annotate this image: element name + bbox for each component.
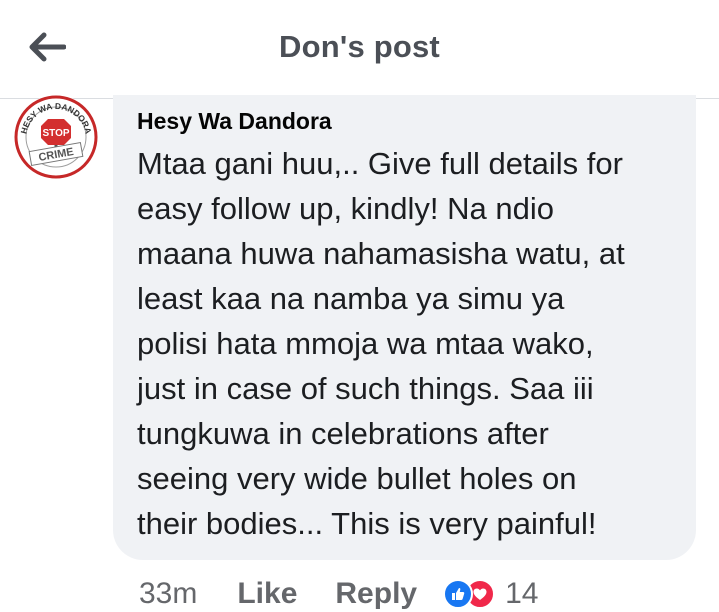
like-button[interactable]: Like <box>237 577 297 611</box>
avatar[interactable]: HESY WA DANDORA STOP CRIME <box>14 95 98 179</box>
comment-line: tungkuwa in celebrations after <box>137 416 549 451</box>
comment-line: Mtaa gani huu,.. Give full details for <box>137 146 623 181</box>
stop-crime-logo: HESY WA DANDORA STOP CRIME <box>14 95 98 179</box>
reply-button[interactable]: Reply <box>335 577 417 611</box>
comment-timestamp[interactable]: 33m <box>139 577 197 611</box>
reaction-count[interactable]: 14 <box>505 577 538 611</box>
top-bar: Don's post <box>0 0 719 99</box>
comment-line: maana huwa nahamasisha watu, at <box>137 236 625 271</box>
reactions-summary[interactable] <box>443 579 496 609</box>
thumbs-up-icon <box>443 579 474 609</box>
comment-line: least kaa na namba ya simu ya <box>137 281 565 316</box>
page-title: Don's post <box>279 29 440 64</box>
comment-line: easy follow up, kindly! Na ndio <box>137 191 555 226</box>
comment-line: just in case of such things. Saa iii <box>137 371 594 406</box>
logo-stop-text: STOP <box>42 128 69 139</box>
comment-text: Mtaa gani huu,.. Give full details for e… <box>137 141 685 546</box>
comment-author[interactable]: Hesy Wa Dandora <box>137 108 332 135</box>
post-page: Don's post HESY WA DANDORA STOP CRIME He… <box>0 0 719 612</box>
comment-line: their bodies... This is very painful! <box>137 506 597 541</box>
comment-line: polisi hata mmoja wa mtaa wako, <box>137 326 594 361</box>
comment-actions: 33m Like Reply 14 <box>139 574 538 612</box>
comment-line: seeing very wide bullet holes on <box>137 461 577 496</box>
